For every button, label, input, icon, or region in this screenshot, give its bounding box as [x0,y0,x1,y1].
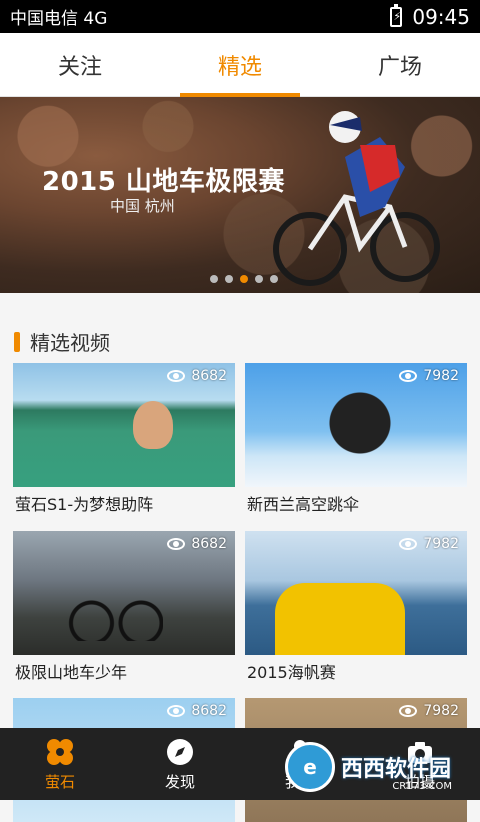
eye-icon [399,370,418,382]
tab-follow[interactable]: 关注 [0,33,160,96]
video-card[interactable]: 8682 萤石S1-为梦想助阵 [13,363,235,527]
banner-subtitle: 中国 杭州 [110,197,175,215]
nav-item-discover[interactable]: 发现 [120,728,240,800]
compass-icon [165,737,195,767]
video-title[interactable]: 新西兰高空跳伞 [245,487,467,527]
banner-carousel[interactable]: 2015 山地车极限赛 中国 杭州 [0,97,480,293]
tab-featured[interactable]: 精选 [160,33,320,97]
nav-label: 发现 [164,772,195,791]
watermark-logo: e 西西软件园 CR173.COM [285,742,480,792]
view-count: 7982 [399,703,459,719]
battery-icon: ⚡ [390,3,403,27]
banner-title: 2015 山地车极限赛 [42,167,285,197]
carousel-dot[interactable] [225,275,233,283]
section-title: 精选视频 [30,331,110,355]
video-card[interactable]: 8682 极限山地车少年 [13,531,235,695]
carrier-label: 中国电信 4G [10,9,108,29]
video-card[interactable]: 7982 2015海帆赛 [245,531,467,695]
watermark-badge: e [285,742,335,792]
section-header: 精选视频 [14,327,110,356]
carousel-dot[interactable] [270,275,278,283]
carousel-dot[interactable] [210,275,218,283]
video-title[interactable]: 萤石S1-为梦想助阵 [13,487,235,527]
view-count: 7982 [399,536,459,552]
status-bar: 中国电信 4G ⚡ 09:45 [0,0,480,33]
eye-icon [167,538,186,550]
view-count: 7982 [399,368,459,384]
eye-icon [399,705,418,717]
nav-item-ezviz[interactable]: 萤石 [0,728,120,800]
carousel-dot-active[interactable] [240,275,248,283]
view-count: 8682 [167,703,227,719]
nav-label: 萤石 [44,772,75,791]
eye-icon [399,538,418,550]
video-card[interactable]: 7982 新西兰高空跳伞 [245,363,467,527]
view-count: 8682 [167,536,227,552]
carousel-dots [210,275,278,283]
video-title[interactable]: 2015海帆赛 [245,655,467,695]
tab-square[interactable]: 广场 [320,33,480,96]
watermark-text: 西西软件园 [341,757,452,782]
view-count: 8682 [167,368,227,384]
carousel-dot[interactable] [255,275,263,283]
video-thumbnail[interactable]: 8682 [13,363,235,487]
eye-icon [167,705,186,717]
top-tabs: 关注 精选 广场 [0,33,480,97]
video-thumbnail[interactable]: 7982 [245,363,467,487]
video-thumbnail[interactable]: 8682 [13,531,235,655]
clock: 09:45 [412,4,470,29]
section-marker [14,331,20,352]
video-thumbnail[interactable]: 7982 [245,531,467,655]
watermark-subtext: CR173.COM [392,781,452,792]
ezviz-flower-icon [45,737,75,767]
eye-icon [167,370,186,382]
video-title[interactable]: 极限山地车少年 [13,655,235,695]
